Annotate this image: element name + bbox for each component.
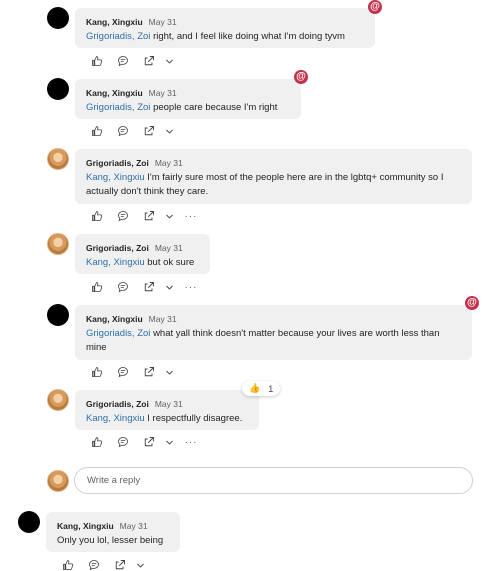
author-name[interactable]: Grigoriadis, Zoi <box>86 156 149 170</box>
message-bubble: Kang, Xingxiu May 31 Grigoriadis, Zoi ri… <box>75 8 375 48</box>
chevron-down-icon[interactable] <box>162 53 176 69</box>
avatar[interactable] <box>47 470 69 492</box>
message-text: Kang, Xingxiu I'm fairly sure most of th… <box>86 172 444 197</box>
author-name[interactable]: Kang, Xingxiu <box>86 15 143 29</box>
avatar[interactable] <box>47 233 69 255</box>
author-name[interactable]: Grigoriadis, Zoi <box>86 397 149 411</box>
reply-icon[interactable] <box>110 279 136 295</box>
thumbs-up-icon: 👍 <box>249 383 261 393</box>
message-text: Kang, Xingxiu but ok sure <box>86 257 195 268</box>
reply-icon[interactable] <box>110 208 136 224</box>
like-icon[interactable] <box>84 364 110 380</box>
like-icon[interactable] <box>84 123 110 139</box>
chevron-down-icon[interactable] <box>162 208 176 224</box>
avatar[interactable] <box>18 511 40 533</box>
message-date: May 31 <box>154 158 183 168</box>
message-actions: ··· <box>84 434 202 450</box>
author-name[interactable]: Kang, Xingxiu <box>86 312 143 326</box>
message-text: Grigoriadis, Zoi what yall think doesn't… <box>86 328 440 353</box>
mention-link[interactable]: Grigoriadis, Zoi <box>86 31 150 42</box>
message-date: May 31 <box>148 17 177 27</box>
avatar[interactable] <box>47 389 69 411</box>
message-text: Kang, Xingxiu I respectfully disagree. <box>86 413 243 424</box>
message-text: Grigoriadis, Zoi people care because I'm… <box>86 102 278 113</box>
share-icon[interactable] <box>136 364 162 380</box>
reply-icon[interactable] <box>110 53 136 69</box>
like-icon[interactable] <box>84 53 110 69</box>
reaction-pill[interactable]: 👍 1 <box>242 381 281 396</box>
chevron-down-icon[interactable] <box>162 279 176 295</box>
message-bubble: Kang, Xingxiu May 31 Only you lol, lesse… <box>46 512 180 552</box>
more-icon[interactable]: ··· <box>180 434 202 450</box>
more-icon[interactable]: ··· <box>180 208 202 224</box>
like-icon[interactable] <box>84 279 110 295</box>
message-date: May 31 <box>154 399 183 409</box>
chevron-down-icon[interactable] <box>133 557 147 571</box>
mention-link[interactable]: Kang, Xingxiu <box>86 172 145 183</box>
chevron-down-icon[interactable] <box>162 434 176 450</box>
chevron-down-icon[interactable] <box>162 123 176 139</box>
avatar[interactable] <box>47 148 69 170</box>
reaction-count: 1 <box>268 383 274 394</box>
like-icon[interactable] <box>55 557 81 571</box>
message-date: May 31 <box>148 314 177 324</box>
share-icon[interactable] <box>136 208 162 224</box>
reply-icon[interactable] <box>81 557 107 571</box>
message-actions: ··· <box>84 208 202 224</box>
reply-icon[interactable] <box>110 364 136 380</box>
mention-link[interactable]: Grigoriadis, Zoi <box>86 328 150 339</box>
reply-input[interactable]: Write a reply <box>74 467 473 494</box>
chevron-down-icon[interactable] <box>162 364 176 380</box>
like-icon[interactable] <box>84 434 110 450</box>
at-mention-icon: @ <box>294 70 308 84</box>
message-bubble: Kang, Xingxiu May 31 Grigoriadis, Zoi wh… <box>75 305 472 360</box>
mention-link[interactable]: Kang, Xingxiu <box>86 413 145 424</box>
message-actions <box>84 53 176 69</box>
share-icon[interactable] <box>136 279 162 295</box>
message-date: May 31 <box>119 521 148 531</box>
message-text: Only you lol, lesser being <box>57 535 164 546</box>
share-icon[interactable] <box>136 53 162 69</box>
share-icon[interactable] <box>136 123 162 139</box>
message-actions: ··· <box>84 279 202 295</box>
mention-link[interactable]: Kang, Xingxiu <box>86 257 145 268</box>
at-mention-icon: @ <box>465 296 479 310</box>
author-name[interactable]: Grigoriadis, Zoi <box>86 241 149 255</box>
at-mention-icon: @ <box>368 0 382 14</box>
avatar[interactable] <box>47 304 69 326</box>
message-bubble: Kang, Xingxiu May 31 Grigoriadis, Zoi pe… <box>75 79 301 119</box>
avatar[interactable] <box>47 78 69 100</box>
message-bubble: Grigoriadis, Zoi May 31 Kang, Xingxiu I'… <box>75 149 472 204</box>
message-bubble: Grigoriadis, Zoi May 31 Kang, Xingxiu I … <box>75 390 259 430</box>
message-actions <box>84 123 176 139</box>
like-icon[interactable] <box>84 208 110 224</box>
reply-icon[interactable] <box>110 434 136 450</box>
mention-link[interactable]: Grigoriadis, Zoi <box>86 102 150 113</box>
avatar[interactable] <box>47 7 69 29</box>
share-icon[interactable] <box>136 434 162 450</box>
message-actions <box>84 364 176 380</box>
message-date: May 31 <box>148 88 177 98</box>
message-date: May 31 <box>154 243 183 253</box>
message-bubble: Grigoriadis, Zoi May 31 Kang, Xingxiu bu… <box>75 234 210 274</box>
author-name[interactable]: Kang, Xingxiu <box>57 519 114 533</box>
more-icon[interactable]: ··· <box>180 279 202 295</box>
message-text: Grigoriadis, Zoi right, and I feel like … <box>86 31 345 42</box>
author-name[interactable]: Kang, Xingxiu <box>86 86 143 100</box>
message-actions <box>55 557 147 571</box>
reply-icon[interactable] <box>110 123 136 139</box>
share-icon[interactable] <box>107 557 133 571</box>
